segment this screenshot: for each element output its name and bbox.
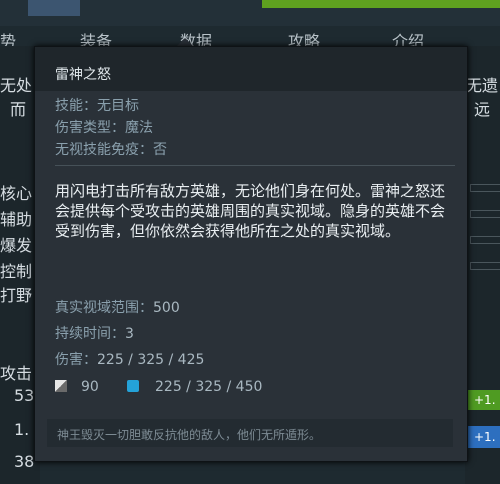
cooldown-value: 90 [81, 379, 99, 395]
left-text: 无处 [0, 76, 33, 95]
range-value: 38 [14, 452, 35, 471]
attack-label: 攻击 [0, 364, 33, 383]
attack-value: 53 [14, 386, 35, 405]
stat-value: 3 [125, 326, 134, 342]
left-text: 而 [10, 100, 27, 119]
role-bar [470, 184, 500, 192]
level-up-label: +1. [474, 430, 496, 444]
role-bar [470, 236, 500, 244]
tooltip-header: 雷神之怒 [35, 47, 467, 91]
role-label: 控制 [0, 262, 33, 281]
role-bar [470, 210, 500, 218]
role-label: 爆发 [0, 236, 33, 255]
ability-description: 用闪电打击所有敌方英雄，无论他们身在何处。雷神之怒还会提供每个受攻击的英雄周围的… [55, 182, 446, 240]
mana-cost-value: 225 / 325 / 450 [155, 379, 263, 395]
stat-value: 500 [153, 300, 180, 316]
level-up-button[interactable]: +1. [468, 390, 500, 410]
stat-duration: 持续时间：3 [55, 323, 134, 343]
ability-target-type: 技能：无目标 [55, 98, 139, 114]
stat-label: 伤害： [55, 352, 97, 368]
pierces-immunity: 无视技能免疫：否 [55, 142, 167, 158]
ability-name: 雷神之怒 [55, 67, 111, 83]
stat-vision-radius: 真实视域范围：500 [55, 297, 180, 317]
right-text: 无遗 [466, 76, 499, 95]
stat-label: 持续时间： [55, 326, 125, 342]
right-text: 远 [474, 100, 491, 119]
lore-text: 神王毁灭一切胆敢反抗他的敌人，他们无所遁形。 [57, 428, 322, 442]
level-up-button[interactable]: +1. [468, 426, 500, 448]
role-bar [470, 262, 500, 270]
divider [55, 165, 455, 166]
role-label: 辅助 [0, 210, 33, 229]
hero-portrait[interactable] [28, 0, 80, 16]
damage-type: 伤害类型：魔法 [55, 120, 153, 136]
hero-nav-tabs: 势 装备 数据 攻略 介绍 [0, 28, 500, 51]
stat-label: 真实视域范围： [55, 300, 153, 316]
attack-speed-value: 1. [14, 420, 30, 439]
stat-value: 225 / 325 / 425 [97, 352, 205, 368]
ability-tooltip: 雷神之怒 技能：无目标 伤害类型：魔法 无视技能免疫：否 用闪电打击所有敌方英雄… [34, 46, 468, 462]
stat-damage: 伤害：225 / 325 / 425 [55, 349, 204, 369]
cooldown-icon [55, 380, 67, 392]
level-up-label: +1. [474, 393, 496, 407]
green-header-bar [262, 0, 500, 8]
role-label: 核心 [0, 184, 33, 203]
mana-icon [127, 380, 139, 392]
lore-box: 神王毁灭一切胆敢反抗他的敌人，他们无所遁形。 [47, 419, 453, 447]
role-label: 打野 [0, 286, 33, 305]
